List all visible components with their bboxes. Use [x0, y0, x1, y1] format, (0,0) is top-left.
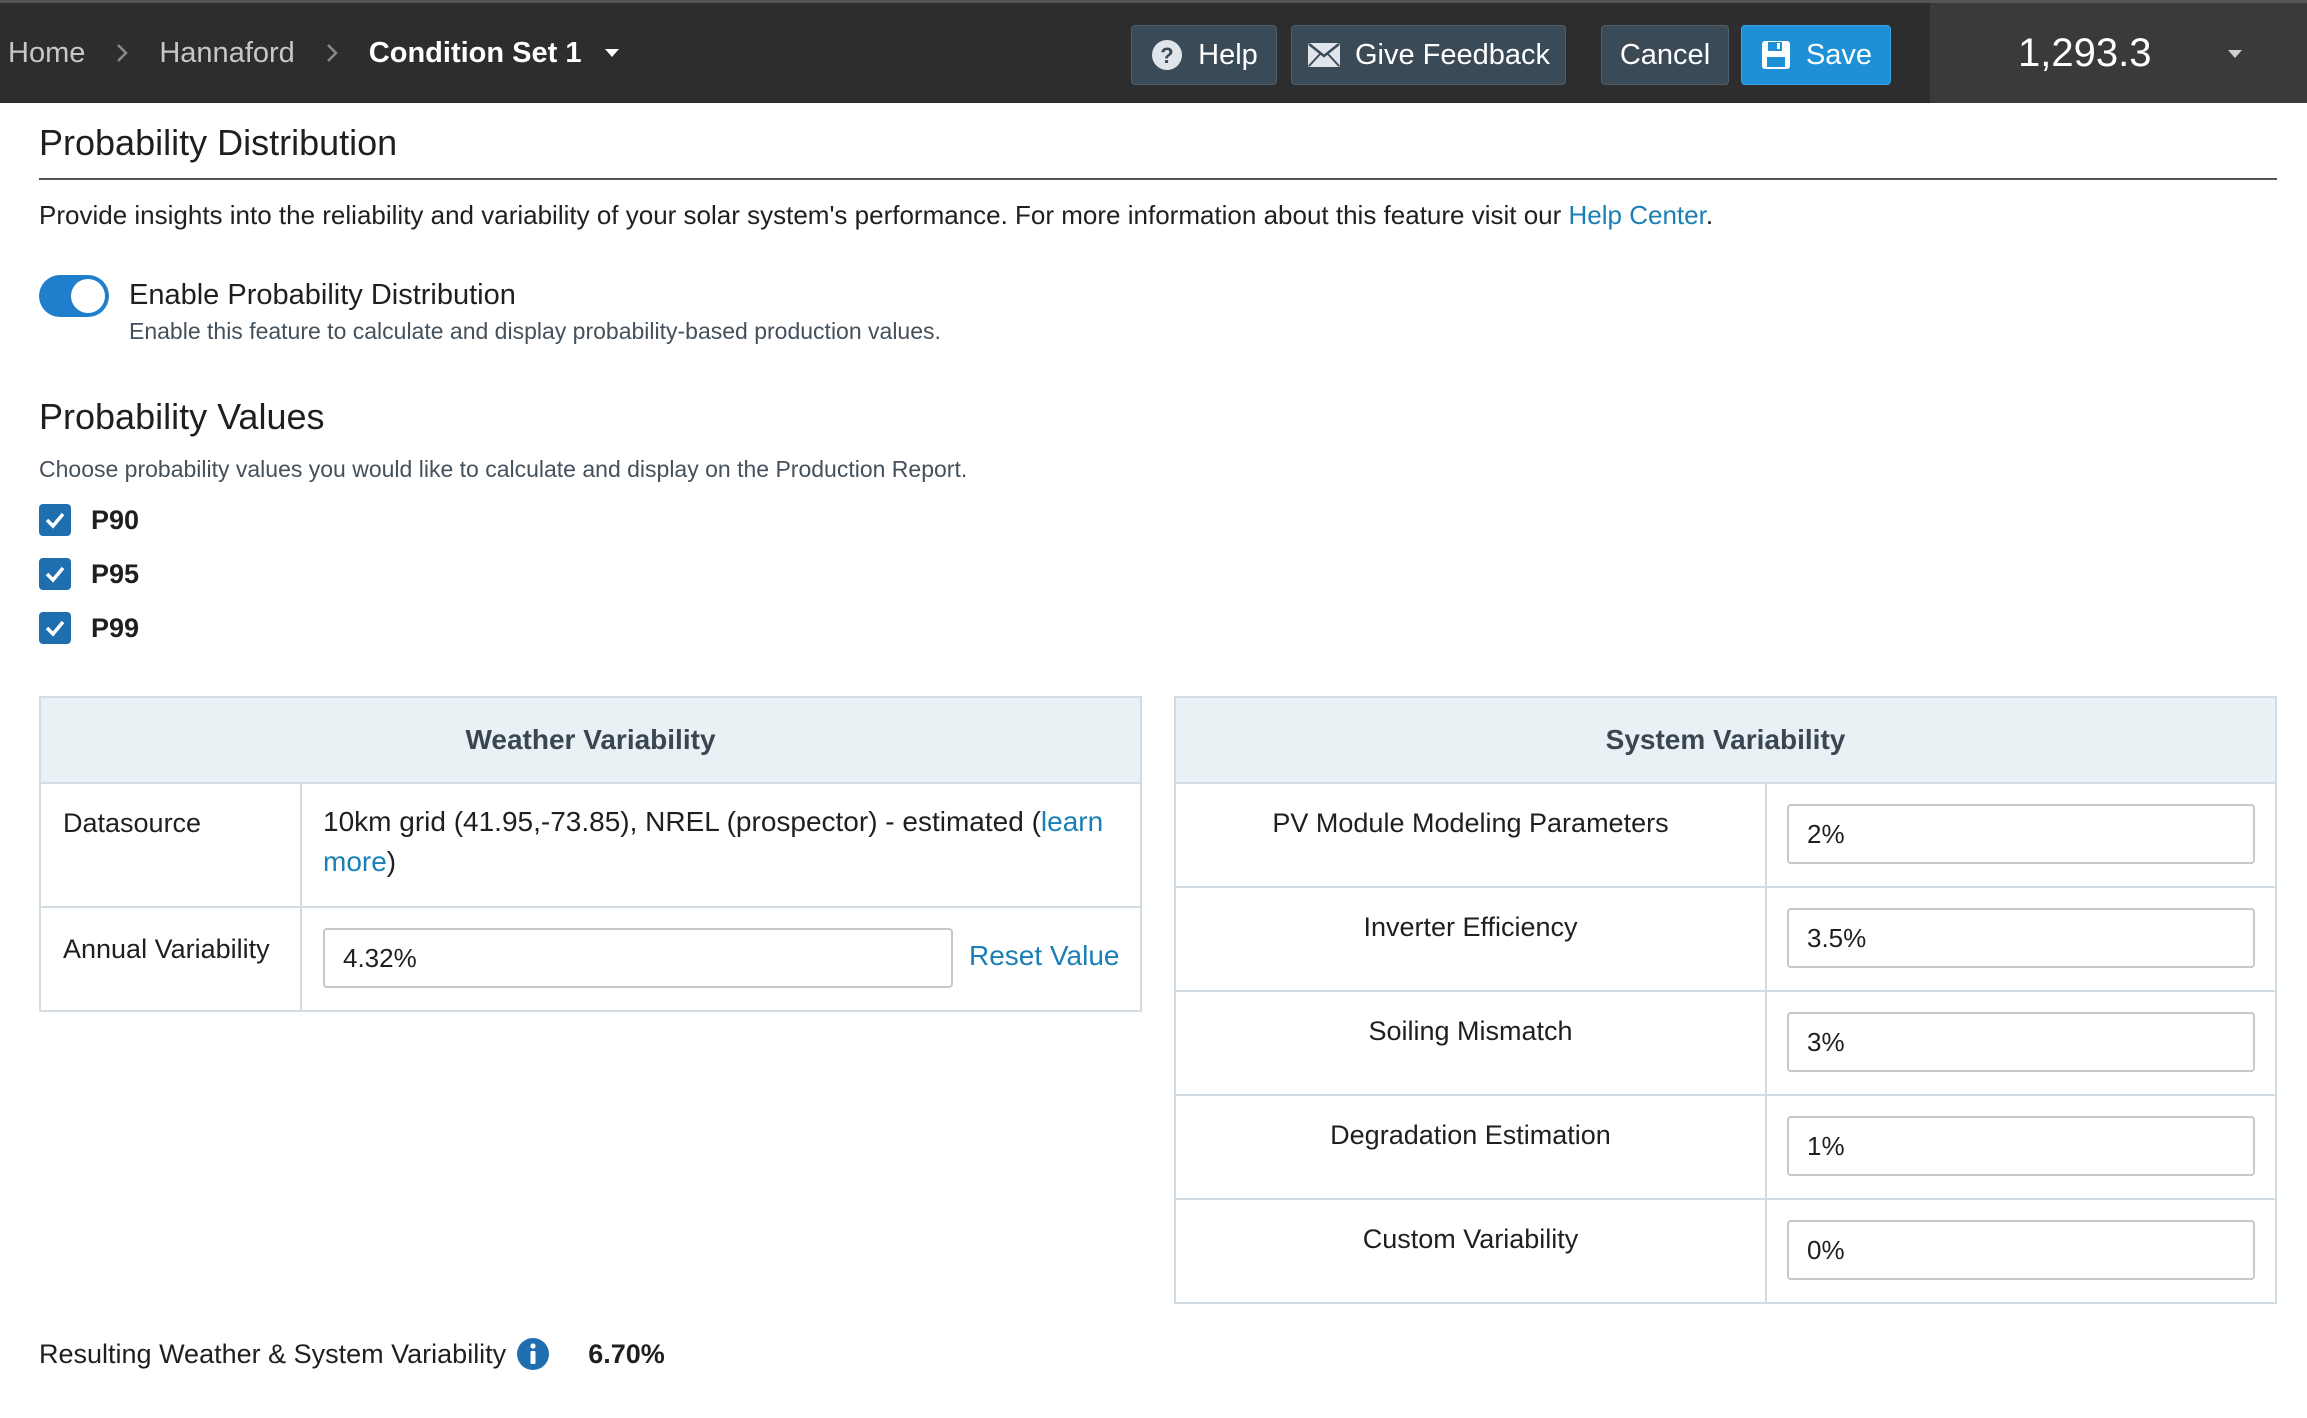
info-icon[interactable]: [516, 1337, 550, 1371]
toggle-help-text: Enable this feature to calculate and dis…: [129, 318, 941, 344]
checkbox-label: P90: [91, 504, 140, 535]
help-button[interactable]: ? Help: [1131, 25, 1277, 85]
intro-body: Provide insights into the reliability an…: [39, 200, 1569, 230]
system-row-label: Degradation Estimation: [1330, 1120, 1611, 1150]
soiling-mismatch-input[interactable]: [1787, 1012, 2255, 1072]
annual-variability-input[interactable]: [323, 928, 953, 988]
breadcrumb-current[interactable]: Condition Set 1: [369, 37, 582, 70]
svg-text:?: ?: [1160, 43, 1173, 68]
save-button[interactable]: Save: [1741, 25, 1891, 85]
production-summary[interactable]: 1,293.3: [1930, 3, 2307, 103]
datasource-text: 10km grid (41.95,-73.85), NREL (prospect…: [323, 806, 1041, 837]
system-variability-header: System Variability: [1176, 698, 2275, 784]
give-feedback-button[interactable]: Give Feedback: [1291, 25, 1566, 85]
page-title: Probability Distribution: [39, 122, 398, 163]
system-row-label: Soiling Mismatch: [1368, 1016, 1573, 1046]
envelope-icon: [1307, 42, 1341, 68]
system-row-degradation: Degradation Estimation: [1176, 1096, 2275, 1200]
feedback-label: Give Feedback: [1354, 38, 1551, 71]
datasource-end: ): [386, 846, 397, 877]
checkmark-icon[interactable]: [39, 612, 71, 644]
system-variability-panel: System Variability PV Module Modeling Pa…: [1174, 696, 2277, 1304]
system-row-label: PV Module Modeling Parameters: [1272, 808, 1669, 838]
learn-more-link[interactable]: learn: [1041, 806, 1103, 837]
caret-down-icon[interactable]: [603, 47, 621, 59]
toggle-label: Enable Probability Distribution: [129, 279, 516, 311]
breadcrumb-home[interactable]: Home: [8, 37, 85, 70]
resulting-variability-label: Resulting Weather & System Variability: [39, 1338, 507, 1369]
production-value: 1,293.3: [2018, 30, 2152, 75]
annual-variability-row: Annual Variability Reset Value: [41, 910, 1140, 1010]
custom-variability-input[interactable]: [1787, 1220, 2255, 1280]
reset-value-link[interactable]: Reset Value: [969, 940, 1119, 972]
checkbox-label: P95: [91, 558, 140, 589]
checkmark-icon[interactable]: [39, 504, 71, 536]
learn-more-link[interactable]: more: [323, 846, 387, 877]
caret-down-icon[interactable]: [2226, 48, 2244, 60]
floppy-disk-icon: [1760, 39, 1792, 71]
system-row-inverter: Inverter Efficiency: [1176, 888, 2275, 992]
weather-variability-header: Weather Variability: [41, 698, 1140, 784]
checkbox-label: P99: [91, 612, 140, 643]
cancel-label: Cancel: [1619, 38, 1711, 71]
intro-text: Provide insights into the reliability an…: [39, 200, 1713, 231]
checkmark-icon[interactable]: [39, 558, 71, 590]
pv-module-modeling-input[interactable]: [1787, 804, 2255, 864]
inverter-efficiency-input[interactable]: [1787, 908, 2255, 968]
probability-distribution-toggle[interactable]: [39, 275, 109, 317]
intro-end: .: [1705, 200, 1714, 230]
datasource-row: Datasource 10km grid (41.95,-73.85), NRE…: [41, 784, 1140, 908]
probability-values-title: Probability Values: [39, 396, 325, 437]
resulting-variability: Resulting Weather & System Variability 6…: [39, 1337, 665, 1371]
breadcrumb-project[interactable]: Hannaford: [159, 37, 294, 70]
checkbox-p95[interactable]: P95: [39, 558, 139, 590]
system-row-label: Custom Variability: [1362, 1224, 1579, 1254]
system-row-custom: Custom Variability: [1176, 1200, 2275, 1304]
help-label: Help: [1198, 38, 1258, 71]
breadcrumb: Home Hannaford Condition Set 1: [8, 3, 621, 103]
chevron-right-icon: [325, 42, 339, 64]
cancel-button[interactable]: Cancel: [1601, 25, 1729, 85]
weather-variability-panel: Weather Variability Datasource 10km grid…: [39, 696, 1142, 1012]
probability-values-description: Choose probability values you would like…: [39, 456, 968, 482]
checkbox-p90[interactable]: P90: [39, 504, 139, 536]
top-bar: Home Hannaford Condition Set 1 ? Help Gi…: [0, 0, 2307, 103]
system-row-soiling: Soiling Mismatch: [1176, 992, 2275, 1096]
help-center-link[interactable]: Help Center: [1569, 200, 1706, 230]
chevron-right-icon: [115, 42, 129, 64]
datasource-label: Datasource: [63, 808, 202, 838]
checkbox-p99[interactable]: P99: [39, 612, 139, 644]
resulting-variability-value: 6.70%: [588, 1338, 665, 1369]
system-row-pv-module: PV Module Modeling Parameters: [1176, 784, 2275, 888]
question-circle-icon: ?: [1150, 38, 1184, 72]
toggle-knob: [71, 279, 105, 313]
system-row-label: Inverter Efficiency: [1363, 912, 1578, 942]
annual-variability-label: Annual Variability: [63, 934, 270, 964]
save-label: Save: [1805, 38, 1873, 71]
datasource-value: 10km grid (41.95,-73.85), NREL (prospect…: [323, 802, 1123, 882]
divider: [39, 178, 2277, 180]
degradation-estimation-input[interactable]: [1787, 1116, 2255, 1176]
